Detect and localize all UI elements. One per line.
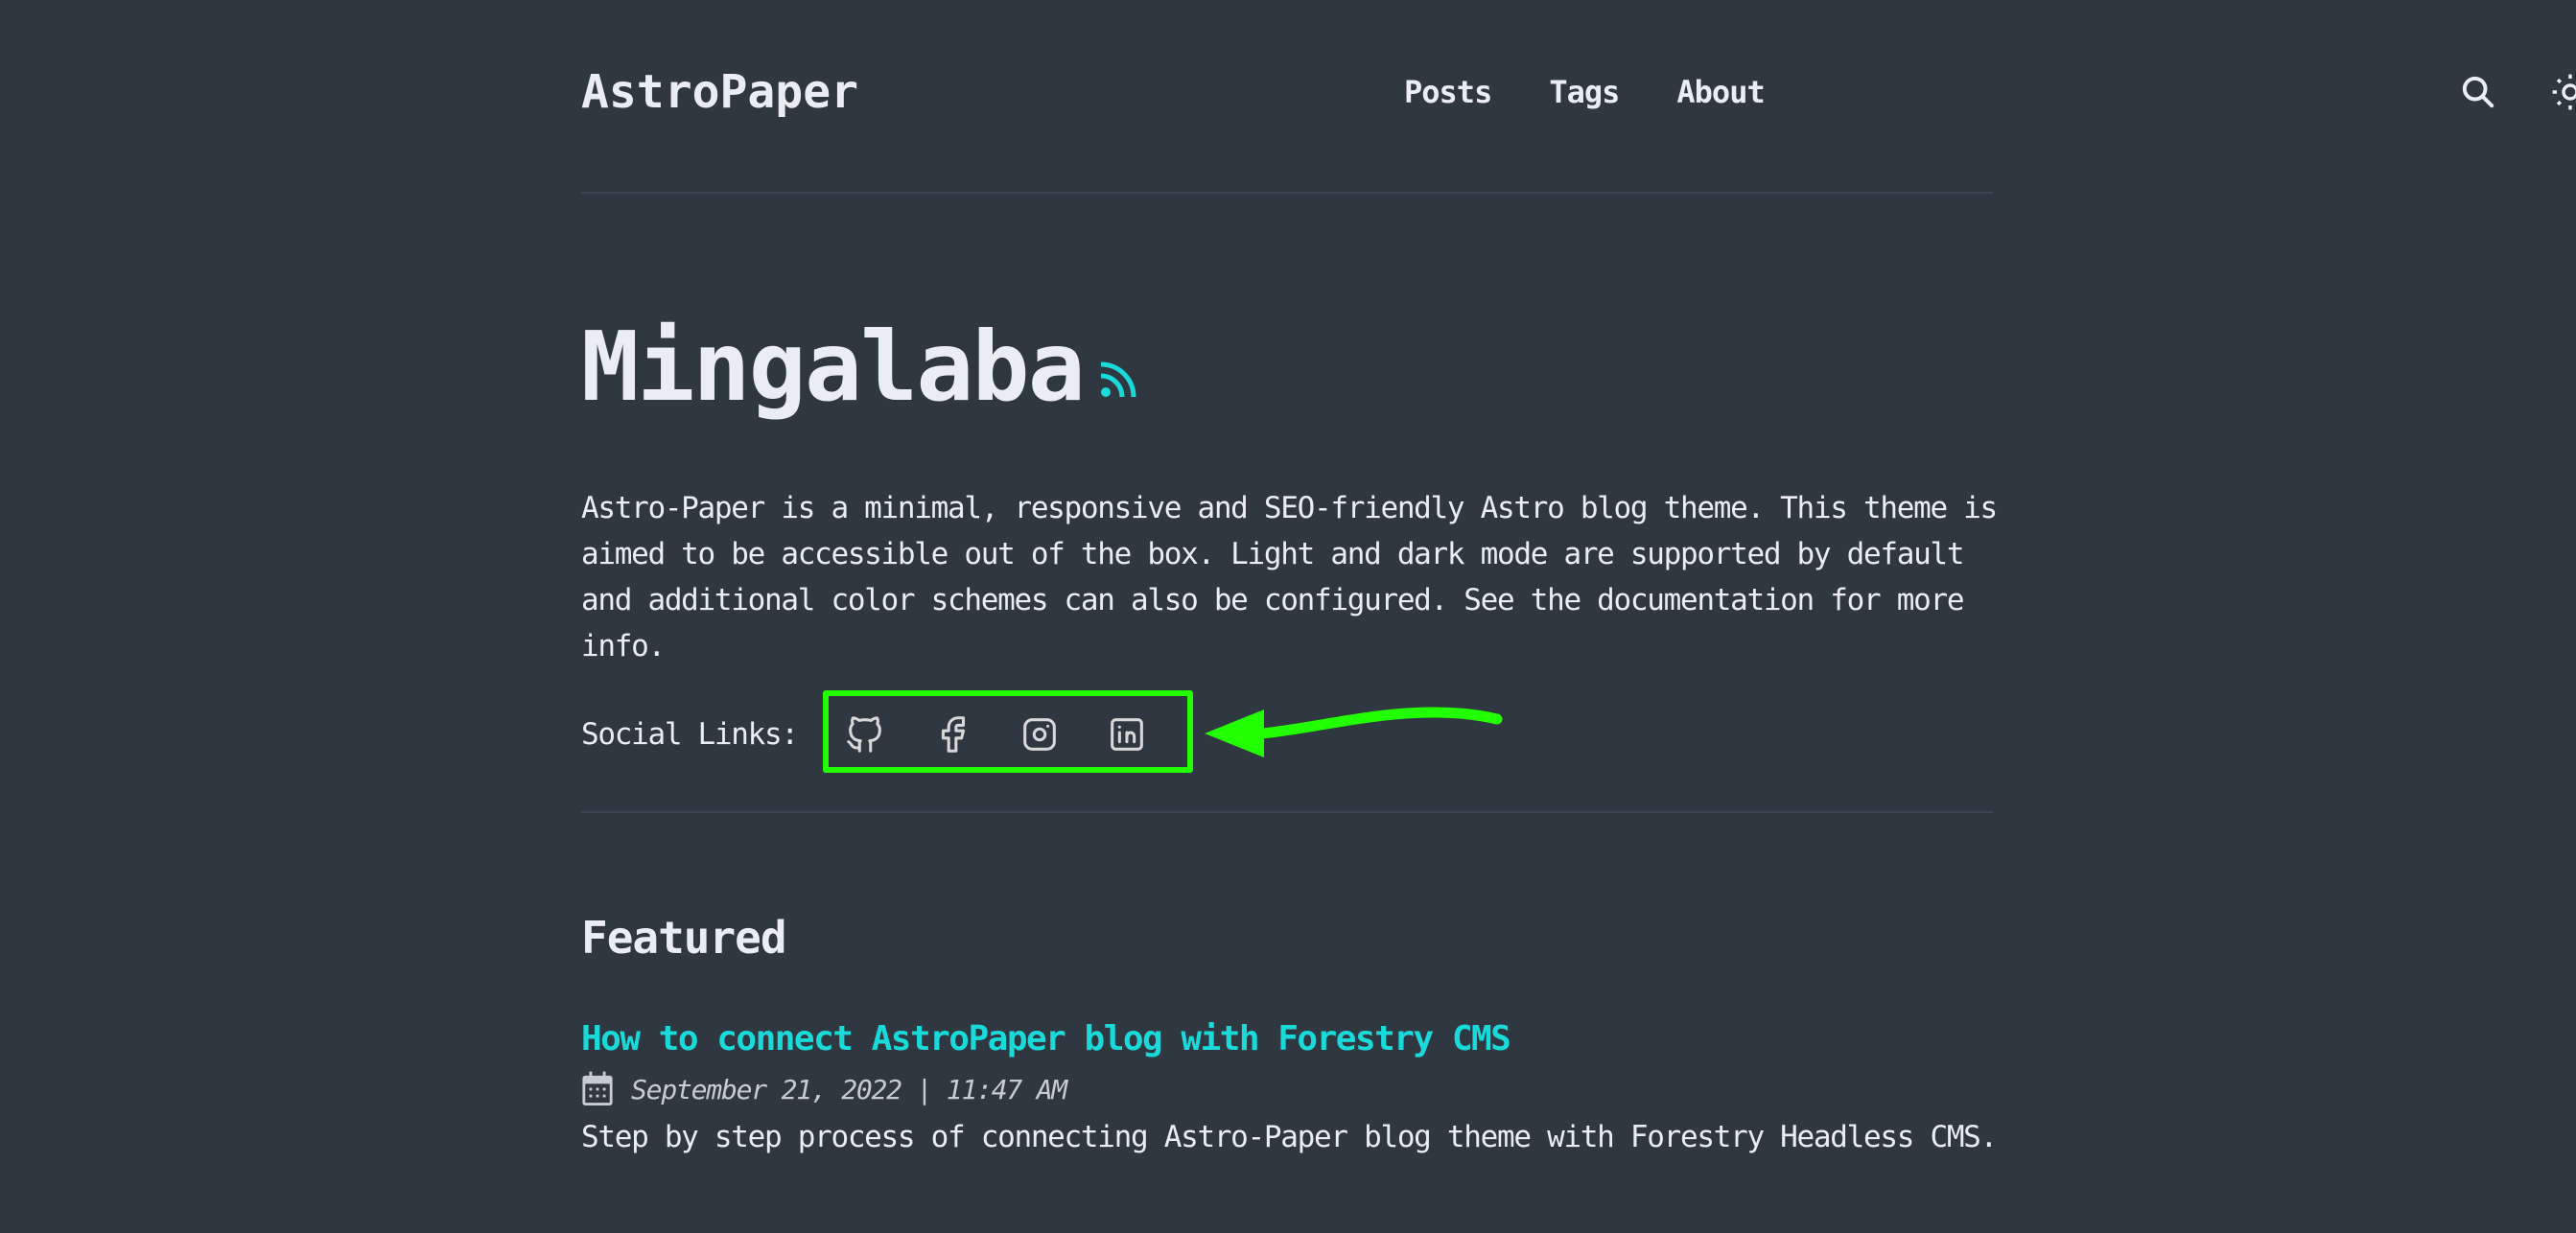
rss-icon <box>1100 361 1136 398</box>
search-button[interactable] <box>2455 69 2501 115</box>
intro-text: Astro-Paper is a minimal, responsive and… <box>581 491 1998 663</box>
post-title-link[interactable]: How to connect AstroPaper blog with Fore… <box>581 1016 1511 1062</box>
hero-divider <box>581 811 1993 813</box>
rss-feed-link[interactable] <box>1097 361 1137 401</box>
main-nav: Posts Tags About <box>1404 61 2576 123</box>
nav-posts[interactable]: Posts <box>1404 74 1492 110</box>
featured-heading: Featured <box>581 912 787 964</box>
annotation-arrow <box>1205 707 1503 757</box>
theme-toggle-button[interactable] <box>2547 69 2576 115</box>
post-description: Step by step process of connecting Astro… <box>581 1120 1998 1154</box>
hero-title: Mingalaba <box>581 311 1086 423</box>
post-meta: September 21, 2022 | 11:47 AM <box>581 1068 1067 1110</box>
nav-tags[interactable]: Tags <box>1549 74 1620 110</box>
site-title-link[interactable]: AstroPaper <box>581 61 858 123</box>
nav-about[interactable]: About <box>1676 74 1765 110</box>
sun-icon <box>2552 74 2576 110</box>
header-divider <box>581 192 1993 194</box>
annotation-highlight-box <box>823 690 1193 773</box>
search-icon <box>2462 76 2494 108</box>
post-date: September 21, 2022 | 11:47 AM <box>631 1073 1067 1105</box>
social-links-row: Social Links: <box>581 710 1143 759</box>
social-links-label: Social Links: <box>581 717 799 752</box>
calendar-icon <box>582 1071 613 1105</box>
